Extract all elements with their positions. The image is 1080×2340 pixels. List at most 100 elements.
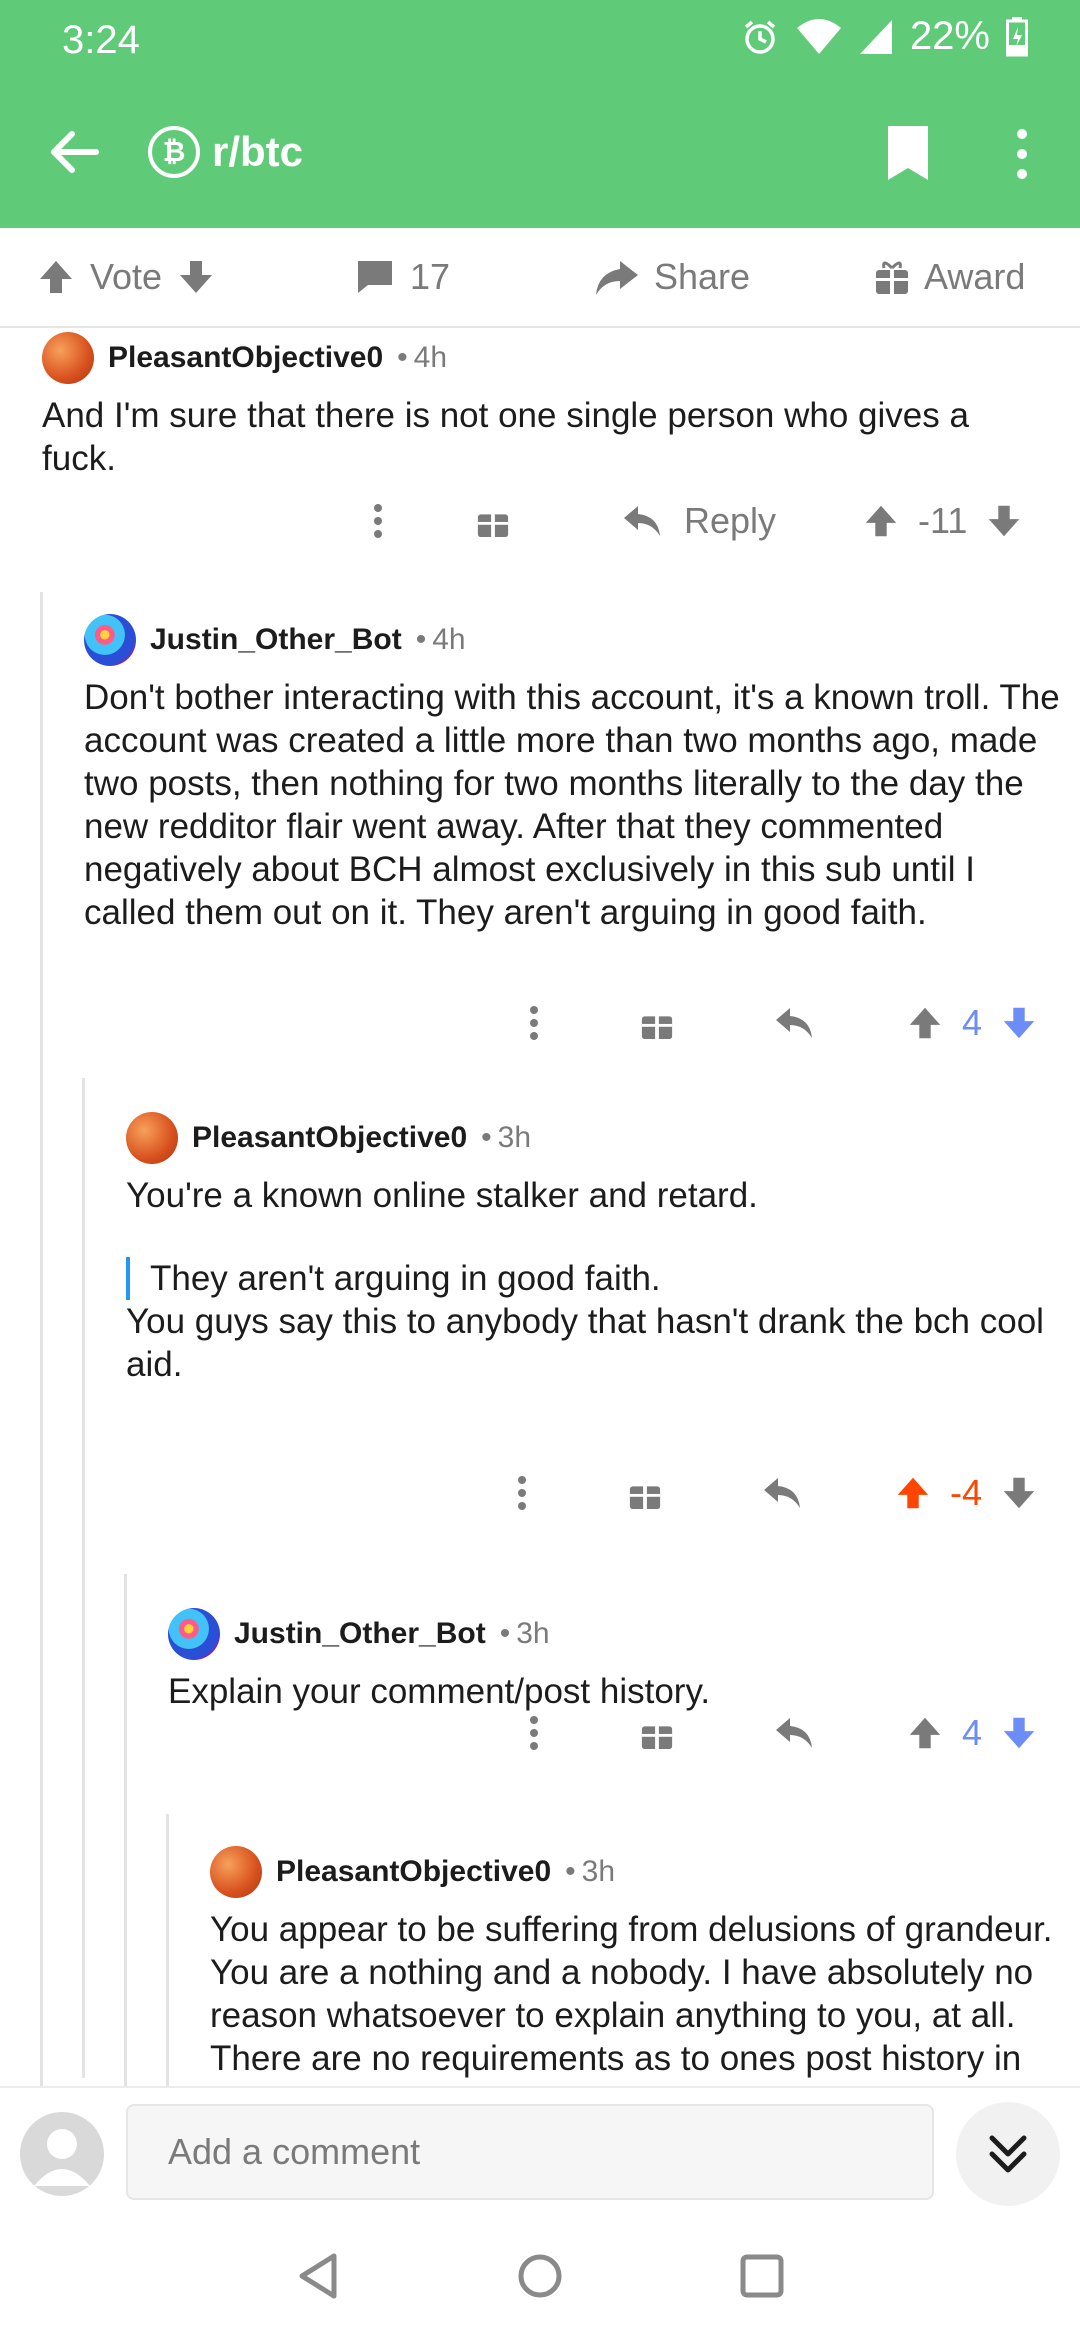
thread-rail-2 — [82, 1078, 85, 2078]
comment-age: 4h — [413, 341, 448, 374]
blockquote: They aren't arguing in good faith. — [126, 1257, 1066, 1300]
add-comment-input[interactable]: Add a comment — [126, 2104, 934, 2200]
upvote-icon[interactable] — [906, 1004, 944, 1042]
overflow-menu-icon[interactable] — [1012, 126, 1032, 182]
bitcoin-icon: ₿ — [148, 126, 200, 178]
more-options-icon[interactable] — [516, 1475, 528, 1511]
comment-text: You're a known online stalker and retard… — [126, 1176, 758, 1215]
system-nav-bar — [0, 2216, 1080, 2340]
comment-age-separator: • — [565, 1855, 576, 1888]
more-options-icon[interactable] — [528, 1005, 540, 1041]
comment-author[interactable]: Justin_Other_Bot — [150, 623, 402, 657]
more-options-icon[interactable] — [528, 1715, 540, 1751]
comment-text: You appear to be suffering from delusion… — [210, 1910, 1053, 2086]
award-button[interactable]: Award — [874, 256, 1025, 298]
downvote-icon[interactable] — [1000, 1474, 1038, 1512]
vote-label: Vote — [90, 256, 163, 297]
comment-1: PleasantObjective0 • 4h And I'm sure tha… — [42, 330, 1032, 480]
reply-icon[interactable] — [774, 1006, 814, 1040]
comment-body: You appear to be suffering from delusion… — [210, 1908, 1060, 2086]
app-header: 3:24 22% ₿ r/btc — [0, 0, 1080, 228]
comment-age: 3h — [516, 1617, 550, 1650]
comment-header: Justin_Other_Bot • 4h — [84, 612, 1064, 668]
comment-age: 3h — [497, 1121, 532, 1154]
back-arrow-icon[interactable] — [42, 120, 106, 184]
next-comment-button[interactable] — [956, 2102, 1060, 2206]
comment-author[interactable]: PleasantObjective0 — [192, 1121, 467, 1155]
status-time: 3:24 — [62, 18, 140, 62]
avatar[interactable] — [84, 614, 136, 666]
wifi-icon — [796, 18, 841, 54]
more-options-icon[interactable] — [372, 503, 384, 539]
comment-age-separator: • — [499, 1617, 511, 1650]
comment-score: 4 — [962, 1002, 983, 1043]
battery-icon — [1006, 16, 1028, 56]
avatar[interactable] — [210, 1846, 262, 1898]
gift-icon[interactable] — [628, 1475, 662, 1511]
comment-age-separator: • — [415, 623, 427, 656]
comment-text: And I'm sure that there is not one singl… — [42, 396, 969, 478]
avatar[interactable] — [42, 332, 94, 384]
reply-icon[interactable] — [774, 1716, 814, 1750]
share-label: Share — [654, 256, 751, 297]
reply-icon[interactable] — [622, 504, 662, 538]
avatar[interactable] — [168, 1608, 220, 1660]
downvote-icon[interactable] — [985, 502, 1023, 540]
quote-text: They aren't arguing in good faith. — [150, 1259, 661, 1298]
nav-recents-icon[interactable] — [740, 2254, 784, 2298]
comment-age: 4h — [432, 623, 466, 656]
thread-rail-1 — [40, 592, 43, 2086]
comment-age-separator: • — [481, 1121, 492, 1154]
comment-composer: Add a comment — [0, 2086, 1080, 2216]
comment-2-actions: 4 — [528, 1002, 1038, 1044]
comment-header: Justin_Other_Bot • 3h — [168, 1606, 1068, 1662]
gift-icon[interactable] — [640, 1005, 674, 1041]
reply-label[interactable]: Reply — [684, 500, 776, 542]
bookmark-icon[interactable] — [884, 124, 932, 182]
thread-rail-4 — [166, 1814, 169, 2086]
comment-3: PleasantObjective0 • 3h You're a known o… — [126, 1110, 1066, 1386]
award-label: Award — [924, 256, 1026, 297]
avatar[interactable] — [126, 1112, 178, 1164]
reply-icon[interactable] — [762, 1476, 802, 1510]
upvote-icon[interactable] — [894, 1474, 932, 1512]
gift-icon[interactable] — [640, 1715, 674, 1751]
nav-home-icon[interactable] — [516, 2252, 564, 2300]
upvote-icon[interactable] — [906, 1714, 944, 1752]
comment-4: Justin_Other_Bot • 3h Explain your comme… — [168, 1606, 1068, 1713]
share-button[interactable]: Share — [594, 256, 750, 298]
comments-button[interactable]: 17 — [354, 256, 450, 298]
vote-control: Vote — [36, 256, 216, 298]
person-icon — [34, 2129, 90, 2186]
comment-age-separator: • — [397, 341, 408, 374]
comment-age: 3h — [581, 1855, 616, 1888]
gift-icon — [876, 261, 908, 294]
downvote-icon[interactable] — [1000, 1004, 1038, 1042]
user-avatar[interactable] — [20, 2112, 104, 2196]
gift-icon[interactable] — [476, 503, 510, 539]
nav-back-icon[interactable] — [296, 2252, 340, 2300]
comment-score: 4 — [962, 1712, 983, 1753]
comment-author[interactable]: PleasantObjective0 — [108, 341, 383, 375]
comment-header: PleasantObjective0 • 3h — [210, 1844, 1060, 1900]
comment-thread: PleasantObjective0 • 4h And I'm sure tha… — [0, 330, 1080, 2086]
comment-bubble-icon — [358, 261, 392, 293]
comment-4-actions: 4 — [528, 1712, 1038, 1754]
post-action-bar: Vote 17 Share Award — [0, 228, 1080, 328]
battery-percent: 22% — [909, 14, 990, 58]
downvote-icon[interactable] — [1000, 1714, 1038, 1752]
comment-author[interactable]: PleasantObjective0 — [276, 1855, 551, 1889]
comment-text: Don't bother interacting with this accou… — [84, 678, 1060, 932]
upvote-icon[interactable] — [36, 257, 76, 297]
status-icons: 22% — [740, 14, 1028, 59]
comment-body: And I'm sure that there is not one singl… — [42, 394, 1032, 480]
comment-header: PleasantObjective0 • 4h — [42, 330, 1032, 386]
comment-score: -11 — [918, 500, 968, 541]
subreddit-name[interactable]: r/btc — [212, 128, 303, 176]
comment-body: You're a known online stalker and retard… — [126, 1174, 1066, 1386]
downvote-icon[interactable] — [176, 257, 216, 297]
comment-author[interactable]: Justin_Other_Bot — [234, 1617, 486, 1651]
upvote-icon[interactable] — [862, 502, 900, 540]
comment-header: PleasantObjective0 • 3h — [126, 1110, 1066, 1166]
comment-body: Don't bother interacting with this accou… — [84, 676, 1064, 934]
